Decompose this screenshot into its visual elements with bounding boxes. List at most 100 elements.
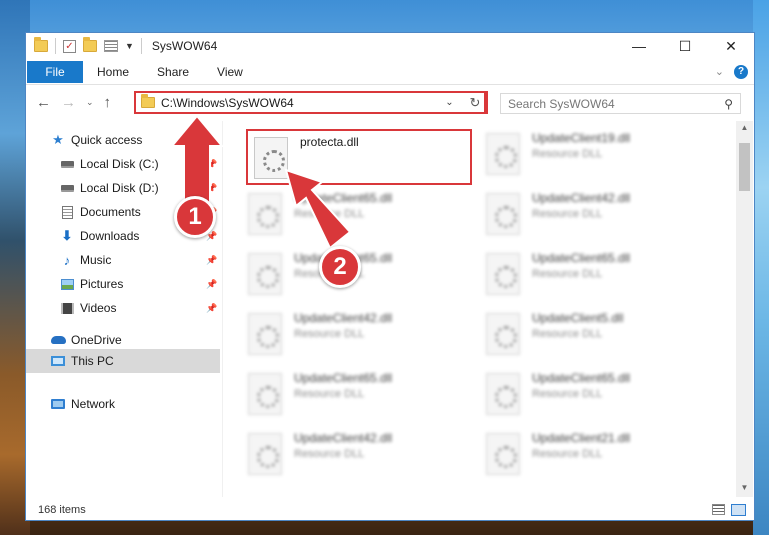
search-input[interactable]: Search SysWOW64 ⚲ (500, 93, 741, 114)
dll-file-icon (248, 253, 282, 295)
address-dropdown-icon[interactable]: ⌄ (440, 97, 458, 108)
tab-file[interactable]: File (27, 60, 83, 83)
pane-divider[interactable] (222, 121, 223, 497)
network-icon (51, 399, 65, 409)
sidebar-item-local-disk-c[interactable]: Local Disk (C:) 📌 (26, 153, 220, 175)
sidebar-item-onedrive[interactable]: OneDrive (26, 329, 220, 351)
close-button[interactable]: ✕ (708, 33, 754, 59)
view-buttons (712, 504, 754, 516)
navigation-buttons: ← → ⌄ ↑ (26, 94, 130, 111)
sidebar-item-quick-access[interactable]: ★ Quick access (26, 129, 220, 151)
desktop-background-right (753, 0, 769, 535)
file-item[interactable]: UpdateClient5.dll Resource DLL (462, 307, 692, 363)
file-type: Resource DLL (532, 268, 603, 280)
toolbar-separator (140, 38, 142, 54)
scroll-down-icon[interactable]: ▼ (736, 483, 753, 497)
vertical-scrollbar[interactable]: ▲ ▼ (736, 121, 753, 497)
step-1-badge: 1 (174, 196, 216, 238)
sidebar-item-label: Music (80, 253, 112, 267)
pin-icon[interactable]: 📌 (206, 303, 217, 314)
address-path[interactable]: C:\Windows\SysWOW64 (161, 96, 294, 110)
sidebar-item-label: Local Disk (C:) (80, 157, 159, 171)
details-view-icon[interactable] (712, 504, 725, 515)
file-item[interactable]: UpdateClient42.dll Resource DLL (224, 307, 454, 363)
file-explorer-window: ✓ ▼ SysWOW64 — ☐ ✕ File Home Share View … (25, 32, 755, 521)
download-icon: ⬇ (61, 228, 73, 243)
file-type: Resource DLL (532, 448, 603, 460)
dll-file-icon (248, 193, 282, 235)
refresh-button[interactable]: ↻ (464, 91, 488, 114)
scrollbar-thumb[interactable] (739, 143, 750, 191)
file-name: UpdateClient65.dll (532, 251, 631, 265)
sidebar-item-pictures[interactable]: Pictures 📌 (26, 273, 220, 295)
address-bar[interactable]: C:\Windows\SysWOW64 ⌄ (134, 91, 486, 114)
file-name: UpdateClient21.dll (532, 431, 631, 445)
search-placeholder: Search SysWOW64 (508, 96, 615, 111)
file-name: protecta.dll (300, 135, 359, 149)
recent-locations-icon[interactable]: ⌄ (86, 97, 94, 108)
file-name: UpdateClient19.dll (532, 131, 631, 145)
pictures-icon (60, 278, 74, 290)
file-type: Resource DLL (532, 328, 603, 340)
dll-file-icon (486, 373, 520, 415)
step-2-badge: 2 (319, 246, 361, 288)
tab-share[interactable]: Share (143, 61, 203, 83)
file-name: UpdateClient65.dll (294, 371, 393, 385)
scroll-up-icon[interactable]: ▲ (736, 123, 753, 137)
pin-icon[interactable]: 📌 (206, 159, 217, 170)
minimize-button[interactable]: — (616, 33, 662, 59)
back-arrow-icon[interactable]: ← (36, 94, 51, 111)
file-item[interactable]: UpdateClient65.dll Resource DLL (224, 367, 454, 423)
sidebar-item-network[interactable]: Network (26, 393, 220, 415)
file-item[interactable]: UpdateClient21.dll Resource DLL (462, 427, 692, 483)
file-type: Resource DLL (532, 148, 603, 160)
music-icon: ♪ (63, 252, 71, 268)
maximize-button[interactable]: ☐ (662, 33, 708, 59)
sidebar-item-label: Network (71, 397, 116, 411)
this-pc-icon (51, 356, 65, 366)
sidebar-item-label: Documents (80, 205, 141, 219)
file-item[interactable]: UpdateClient65.dll Resource DLL (462, 367, 692, 423)
properties-check-icon[interactable]: ✓ (63, 39, 76, 53)
star-icon: ★ (52, 132, 64, 147)
navigation-pane: ★ Quick access Local Disk (C:) 📌 Local D… (26, 121, 220, 497)
pin-icon[interactable]: 📌 (206, 255, 217, 266)
toolbar-separator (55, 38, 56, 54)
dll-file-icon (486, 193, 520, 235)
file-item[interactable]: UpdateClient65.dll Resource DLL (462, 247, 692, 303)
sidebar-item-label: This PC (71, 354, 114, 368)
up-arrow-icon[interactable]: ↑ (104, 94, 112, 111)
dll-file-icon (248, 433, 282, 475)
sidebar-item-label: OneDrive (71, 333, 122, 347)
ribbon-tabs: File Home Share View ⌄ ? (26, 59, 754, 85)
file-item[interactable]: UpdateClient19.dll Resource DLL (462, 127, 692, 183)
customize-toolbar-icon[interactable]: ▼ (125, 41, 134, 51)
pin-icon[interactable]: 📌 (206, 279, 217, 290)
tab-view[interactable]: View (203, 61, 257, 83)
new-folder-icon[interactable] (83, 37, 97, 52)
sidebar-item-label: Videos (80, 301, 117, 315)
status-bar: 168 items (26, 499, 754, 521)
content-area: ★ Quick access Local Disk (C:) 📌 Local D… (26, 121, 754, 497)
file-item[interactable]: UpdateClient65.dll Resource DLL (224, 187, 454, 243)
pin-icon[interactable]: 📌 (206, 183, 217, 194)
tab-home[interactable]: Home (83, 61, 143, 83)
sidebar-item-videos[interactable]: Videos 📌 (26, 297, 220, 319)
file-item[interactable]: UpdateClient42.dll Resource DLL (224, 427, 454, 483)
file-name: UpdateClient65.dll (532, 371, 631, 385)
forward-arrow-icon[interactable]: → (61, 94, 76, 111)
search-icon: ⚲ (724, 96, 733, 111)
expand-ribbon-icon[interactable]: ⌄ (715, 65, 724, 78)
properties-list-icon[interactable] (104, 40, 118, 52)
ribbon-right-controls: ⌄ ? (715, 64, 754, 79)
file-item-protecta[interactable]: protecta.dll (246, 129, 472, 185)
file-list: protecta.dll UpdateClient19.dll Resource… (224, 121, 736, 497)
file-type: Resource DLL (294, 328, 365, 340)
sidebar-item-label: Quick access (71, 133, 143, 147)
sidebar-item-this-pc[interactable]: This PC (26, 349, 220, 373)
documents-icon (61, 205, 73, 219)
file-item[interactable]: UpdateClient42.dll Resource DLL (462, 187, 692, 243)
help-icon[interactable]: ? (734, 64, 748, 79)
sidebar-item-music[interactable]: ♪ Music 📌 (26, 249, 220, 271)
large-icons-view-icon[interactable] (731, 504, 746, 516)
